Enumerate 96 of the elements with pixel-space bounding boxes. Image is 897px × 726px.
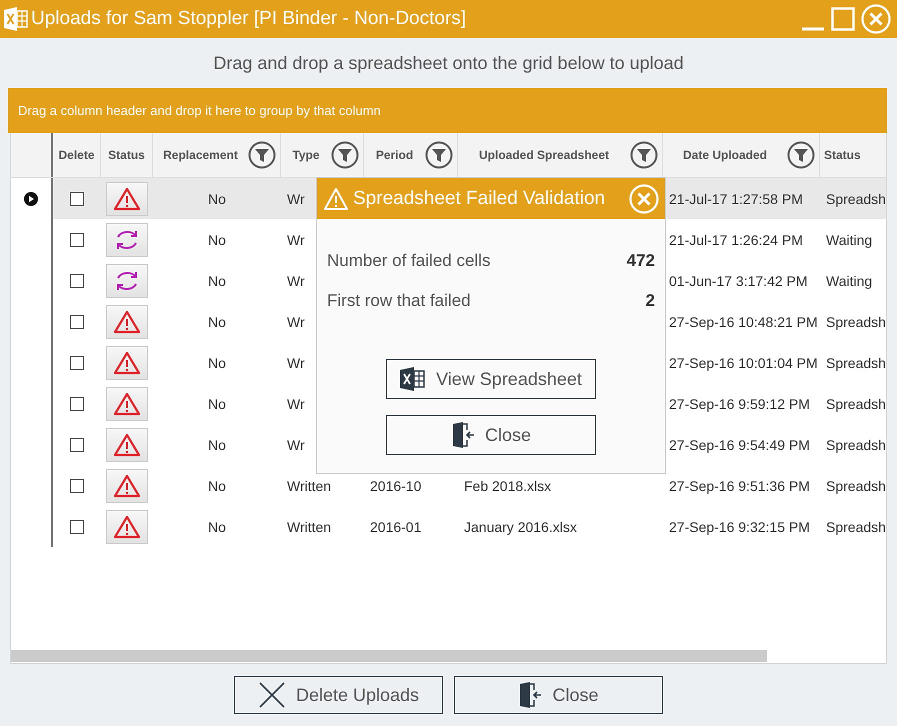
warning-icon [113,350,141,374]
table-cell: Wr [287,272,305,288]
group-panel-hint: Drag a column header and drop it here to group by that column [18,103,381,118]
status-button[interactable] [106,264,148,298]
table-cell: Spreadsh [826,190,886,206]
table-row[interactable]: No Written 2016-10 Feb 2018.xlsx 27-Sep-16 9:51:36 PM Spreadsh [11,465,886,506]
window-title: Uploads for Sam Stoppler [PI Binder - Non-Doctors] [31,8,468,30]
table-cell: 27-Sep-16 9:32:15 PM [669,518,810,534]
view-spreadsheet-button[interactable]: View Spreadsheet [386,359,596,399]
table-cell: Spreadsh [826,396,886,412]
table-cell: Waiting [826,272,872,288]
table-cell: No [208,314,226,330]
warning-icon [113,432,141,456]
table-cell: Wr [287,232,305,248]
table-cell: 2016-01 [370,518,422,534]
table-cell: Spreadsh [826,314,886,330]
checkbox[interactable] [70,356,84,370]
status-button[interactable] [106,510,148,544]
checkbox[interactable] [70,232,84,246]
spreadsheet-icon [400,367,426,391]
table-cell: No [208,190,226,206]
checkbox[interactable] [70,274,84,288]
dialog-title: Spreadsheet Failed Validation [353,188,606,210]
column-header[interactable]: Date Uploaded [663,133,820,177]
status-button[interactable] [106,304,148,338]
table-cell: 27-Sep-16 10:01:04 PM [669,354,818,370]
table-cell: Spreadsh [826,478,886,494]
column-header[interactable]: Replacement [153,133,281,177]
checkbox[interactable] [70,314,84,328]
filter-icon[interactable] [331,141,359,169]
status-button[interactable] [106,468,148,502]
warning-icon [323,186,349,210]
table-cell: Wr [287,396,305,412]
table-cell: No [208,354,226,370]
filter-icon[interactable] [787,141,815,169]
checkbox[interactable] [70,396,84,410]
table-cell: 27-Sep-16 9:59:12 PM [669,396,810,412]
filter-icon[interactable] [425,141,453,169]
table-cell: January 2016.xlsx [464,518,577,534]
field-value: 472 [626,251,655,271]
status-button[interactable] [106,428,148,462]
checkbox[interactable] [70,438,84,452]
close-button[interactable]: Close [454,676,663,714]
scrollbar-thumb[interactable] [11,650,767,662]
table-cell: No [208,478,226,494]
checkbox[interactable] [70,520,84,534]
checkbox[interactable] [70,478,84,492]
table-cell: 2016-10 [370,478,422,494]
filter-icon[interactable] [630,141,658,169]
field-label: Number of failed cells [327,251,490,271]
table-cell: Written [287,518,332,534]
warning-icon [113,474,141,498]
status-button[interactable] [106,222,148,256]
table-cell: Waiting [826,232,872,248]
close-button[interactable]: Close [386,415,596,455]
status-button[interactable] [106,386,148,420]
table-cell: Written [287,478,332,494]
table-cell: Spreadsh [826,436,886,452]
table-cell: No [208,232,226,248]
column-header[interactable]: Status [820,133,886,177]
table-cell: 21-Jul-17 1:26:24 PM [669,232,803,248]
warning-icon [113,392,141,416]
warning-icon [113,310,141,334]
exit-door-icon [518,682,542,708]
table-cell: No [208,396,226,412]
delete-uploads-button[interactable]: Delete Uploads [234,676,443,714]
table-cell: Wr [287,314,305,330]
warning-icon [113,186,141,210]
table-cell: Feb 2018.xlsx [464,478,552,494]
table-cell: 01-Jun-17 3:17:42 PM [669,272,808,288]
table-cell: No [208,436,226,452]
field-value: 2 [646,291,655,311]
spreadsheet-icon [4,7,28,31]
table-cell: No [208,518,226,534]
status-button[interactable] [106,182,148,216]
filter-icon[interactable] [248,141,276,169]
table-cell: 27-Sep-16 10:48:21 PM [669,314,818,330]
table-cell: Wr [287,190,305,206]
table-cell: 27-Sep-16 9:54:49 PM [669,436,810,452]
table-cell: Wr [287,354,305,370]
checkbox[interactable] [70,192,84,206]
field-label: First row that failed [327,291,471,311]
close-icon [258,681,286,709]
table-cell: Wr [287,436,305,452]
table-cell: Spreadsh [826,354,886,370]
table-row[interactable]: No Written 2016-01 January 2016.xlsx 27-Sep-16 9:32:15 PM Spreadsh [11,506,886,547]
exit-door-icon [450,422,475,448]
status-button[interactable] [106,346,148,380]
table-cell: 27-Sep-16 9:51:36 PM [669,478,810,494]
column-header[interactable]: Delete [51,133,101,177]
instruction-text: Drag and drop a spreadsheet onto the grid below to upload [213,52,684,74]
column-header[interactable]: Status [101,133,153,177]
warning-icon [113,514,141,538]
table-cell: Spreadsh [826,518,886,534]
table-cell: 21-Jul-17 1:27:58 PM [669,190,803,206]
table-cell: No [208,272,226,288]
